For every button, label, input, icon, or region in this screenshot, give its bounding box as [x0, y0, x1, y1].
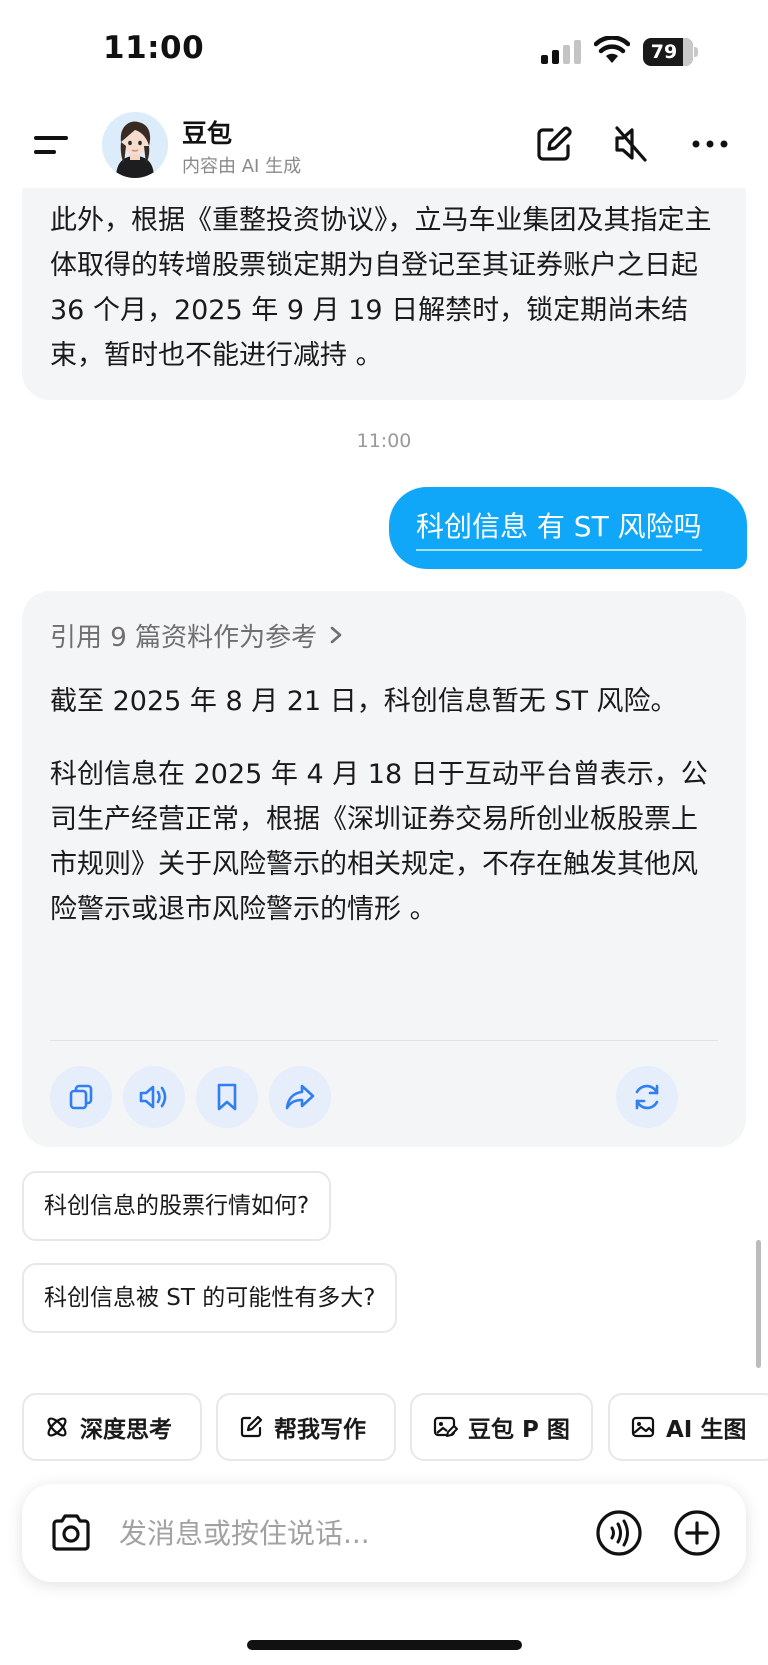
atom-icon — [47, 1417, 67, 1437]
plus-icon[interactable] — [673, 1509, 721, 1557]
ai-image-button[interactable]: AI 生图 — [608, 1393, 768, 1461]
avatar[interactable] — [102, 112, 168, 178]
deep-think-label: 深度思考 — [80, 1417, 172, 1443]
quick-actions-bar: 深度思考 帮我写作 豆包 P 图 AI 生图 — [0, 1393, 768, 1463]
help-write-label: 帮我写作 — [274, 1417, 366, 1443]
ai-image-label: AI 生图 — [666, 1417, 747, 1443]
regenerate-icon — [635, 1084, 659, 1110]
cellular-signal-icon — [541, 40, 581, 64]
share-button[interactable] — [269, 1066, 331, 1128]
status-bar: 11:00 79 — [0, 0, 768, 100]
copy-button[interactable] — [50, 1066, 112, 1128]
deep-think-button[interactable]: 深度思考 — [22, 1393, 202, 1461]
camera-icon[interactable] — [48, 1510, 94, 1556]
suggestion-chip[interactable]: 科创信息被 ST 的可能性有多大? — [22, 1263, 398, 1333]
divider — [50, 1040, 718, 1041]
answer-paragraph: 截至 2025 年 8 月 21 日，科创信息暂无 ST 风险。 — [50, 686, 678, 717]
read-aloud-button[interactable] — [123, 1066, 185, 1128]
battery-icon: 79 — [643, 38, 699, 66]
ai-generated-note: 内容由 AI 生成 — [182, 156, 302, 177]
scrollbar[interactable] — [756, 1240, 761, 1368]
bookmark-icon — [217, 1083, 237, 1111]
copy-icon — [69, 1084, 93, 1110]
answer-bubble: 引用 9 篇资料作为参考 截至 2025 年 8 月 21 日，科创信息暂无 S… — [22, 591, 746, 1147]
menu-icon[interactable] — [30, 130, 74, 160]
chat-header: 豆包 内容由 AI 生成 — [0, 100, 768, 188]
share-icon — [285, 1084, 315, 1110]
message-timestamp: 11:00 — [356, 430, 412, 452]
answer-paragraph: 科创信息在 2025 年 4 月 18 日于互动平台曾表示，公司生产经营正常，根… — [50, 759, 708, 925]
voice-call-icon[interactable] — [595, 1509, 643, 1557]
image-icon — [631, 1416, 655, 1438]
more-icon[interactable] — [688, 122, 732, 166]
message-input[interactable]: 发消息或按住说话... — [119, 1512, 370, 1552]
message-composer[interactable]: 发消息或按住说话... — [22, 1484, 746, 1582]
suggestion-chip[interactable]: 科创信息的股票行情如何? — [22, 1171, 332, 1241]
doubao-p-image-button[interactable]: 豆包 P 图 — [410, 1393, 593, 1461]
battery-percentage: 79 — [650, 41, 678, 63]
write-icon — [240, 1415, 263, 1438]
user-message-text[interactable]: 科创信息 有 ST 风险吗 — [416, 505, 702, 551]
regenerate-button[interactable] — [616, 1066, 678, 1128]
doubao-p-image-label: 豆包 P 图 — [468, 1417, 570, 1443]
user-message-bubble[interactable]: 科创信息 有 ST 风险吗 — [389, 487, 747, 569]
references-label[interactable]: 引用 9 篇资料作为参考 — [50, 617, 317, 654]
wifi-icon — [594, 36, 630, 63]
image-edit-icon — [433, 1416, 458, 1437]
status-time: 11:00 — [103, 30, 205, 66]
speaker-icon — [139, 1085, 167, 1109]
bot-name[interactable]: 豆包 — [182, 114, 232, 150]
help-write-button[interactable]: 帮我写作 — [216, 1393, 396, 1461]
mute-speaker-icon[interactable] — [609, 122, 653, 166]
references-link[interactable]: 引用 9 篇资料作为参考 — [50, 613, 718, 657]
previous-answer-bubble: 此外，根据《重整投资协议》，立马车业集团及其指定主体取得的转增股票锁定期为自登记… — [22, 188, 746, 400]
edit-icon[interactable] — [532, 122, 576, 166]
bookmark-button[interactable] — [196, 1066, 258, 1128]
previous-answer-text: 此外，根据《重整投资协议》，立马车业集团及其指定主体取得的转增股票锁定期为自登记… — [50, 205, 712, 371]
chevron-right-icon — [330, 626, 342, 644]
home-indicator[interactable] — [247, 1640, 522, 1650]
